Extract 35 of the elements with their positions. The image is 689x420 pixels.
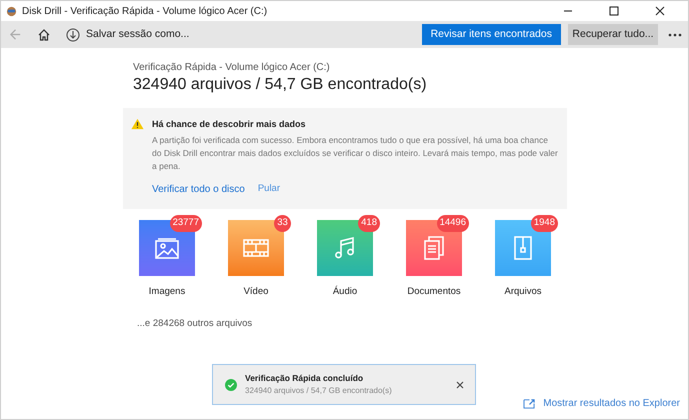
close-icon [655, 6, 665, 16]
count-badge: 23777 [170, 214, 202, 232]
category-label: Arquivos [504, 284, 542, 298]
count-badge: 14496 [436, 214, 469, 232]
save-session-button[interactable]: Salvar sessão como... [86, 26, 190, 42]
more-icon[interactable] [668, 32, 682, 36]
toast-title: Verificação Rápida concluído [245, 372, 364, 385]
recover-all-button[interactable]: Recuperar tudo... [568, 24, 658, 45]
count-badge: 33 [274, 214, 291, 232]
close-button[interactable] [455, 380, 465, 390]
external-window-icon [523, 398, 536, 409]
category-label: Documentos [407, 284, 461, 298]
count-badge: 1948 [530, 214, 558, 232]
scan-disk-link[interactable]: Verificar todo o disco [152, 182, 245, 196]
toast-detail: 324940 arquivos / 54,7 GB encontrado(s) [245, 384, 393, 397]
review-items-button[interactable]: Revisar itens encontrados [422, 24, 561, 45]
notice-title: Há chance de descobrir mais dados [152, 118, 307, 131]
other-files-text: ...e 284268 outros arquivos [136, 316, 254, 331]
category-label: Áudio [332, 284, 358, 298]
scan-subtitle: Verificação Rápida - Volume lógico Acer (C:) [132, 61, 331, 75]
app-logo-icon [6, 6, 17, 16]
check-circle-icon [225, 378, 237, 390]
category-label: Imagens [148, 284, 186, 298]
scan-summary: 324940 arquivos / 54,7 GB encontrado(s) [132, 75, 428, 95]
close-icon [455, 380, 465, 390]
download-icon[interactable] [66, 28, 80, 42]
warning-icon [131, 118, 144, 130]
window-title: Disk Drill - Verificação Rápida - Volume lógico Acer (C:) [22, 4, 268, 18]
home-icon[interactable] [37, 28, 51, 42]
category-label: Vídeo [244, 284, 268, 298]
maximize-icon [609, 6, 619, 16]
notice-text: A partição foi verificada com sucesso. Embora encontramos tudo o que era possível, há uma boa chance do Disk Drill encontrar mais dados excluídos se verificar o disco inteiro. Levará mais tempo, mas pode valer a pena. [152, 134, 559, 172]
show-in-explorer-link[interactable]: Mostrar resultados no Explorer [543, 396, 680, 411]
skip-link[interactable]: Pular [258, 182, 280, 196]
count-badge: 418 [358, 214, 380, 232]
